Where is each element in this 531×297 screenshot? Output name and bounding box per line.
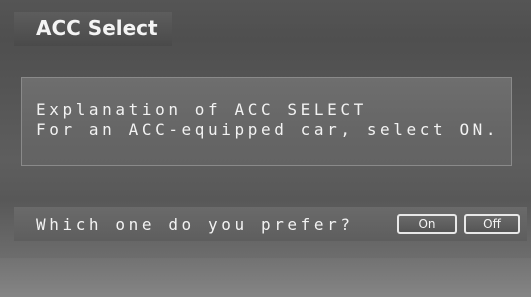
explanation-line-1: Explanation of ACC SELECT xyxy=(36,100,367,119)
question-prompt: Which one do you prefer? xyxy=(36,215,354,234)
page-title: ACC Select xyxy=(36,16,158,40)
bottom-band xyxy=(0,258,531,297)
off-button[interactable]: Off xyxy=(464,214,520,234)
explanation-line-2: For an ACC-equipped car, select ON. xyxy=(36,120,500,139)
acc-select-screen: ACC Select Explanation of ACC SELECT For… xyxy=(0,0,531,297)
on-button[interactable]: On xyxy=(397,214,457,234)
